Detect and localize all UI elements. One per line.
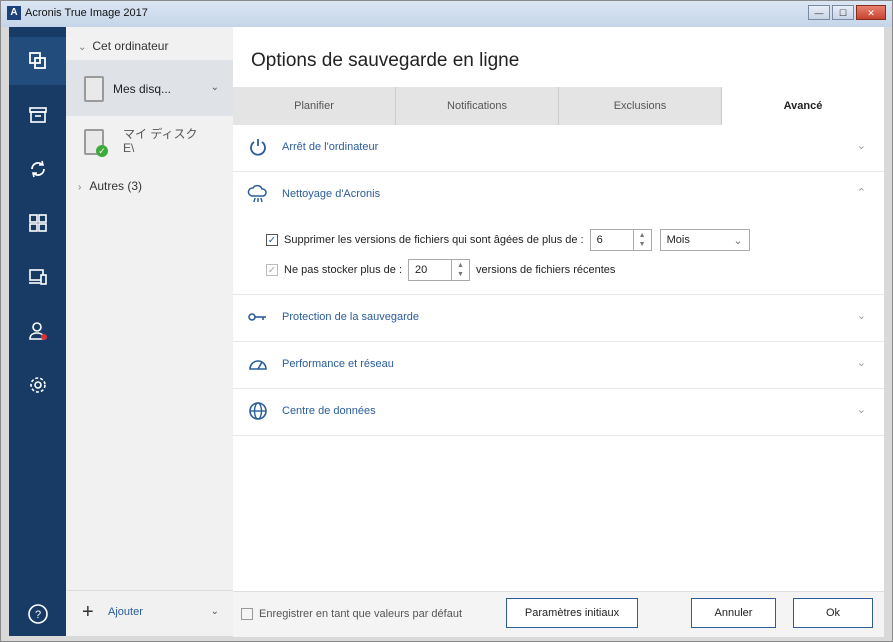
source-item[interactable]: ✓ マイ ディスク E\	[66, 119, 233, 169]
app-window: A Acronis True Image 2017 — ☐ ✕ ? ⌄ Cet …	[0, 0, 893, 642]
cleanup-age-row: ✓ Supprimer les versions de fichiers qui…	[266, 229, 750, 251]
cleanup-count-row: ✓ Ne pas stocker plus de : 20 ▲ ▼ version…	[266, 259, 615, 281]
nav-dashboard[interactable]	[9, 199, 66, 247]
settings-icon	[29, 377, 46, 393]
archive-icon	[28, 107, 47, 123]
save-default-label: Enregistrer en tant que valeurs par défa…	[259, 608, 463, 620]
source-list: ⌄ Cet ordinateur Mes disq... ⌄ ✓ マイ ディスク …	[66, 27, 234, 636]
section-label: Centre de données	[282, 405, 376, 417]
spin-up-icon: ▲	[457, 262, 464, 269]
section-acronis-cleanup: Nettoyage d'Acronis ⌃ ✓ Supprimer les ve…	[233, 172, 884, 295]
chevron-down-icon[interactable]: ⌄	[211, 82, 219, 93]
tab-bar: Planifier Notifications Exclusions Avanc…	[233, 87, 884, 125]
help-icon: ?	[27, 603, 48, 624]
delete-old-versions-label: Supprimer les versions de fichiers qui s…	[284, 234, 584, 246]
source-item-label: マイ ディスク E\	[123, 127, 198, 155]
chevron-down-icon: ⌄	[733, 235, 743, 247]
spin-up-icon: ▲	[638, 232, 646, 239]
backup-icon	[28, 52, 46, 69]
tab-advanced[interactable]: Avancé	[722, 87, 884, 125]
sync-icon	[30, 160, 45, 178]
chevron-up-icon[interactable]: ⌃	[857, 186, 866, 199]
expand-caret-icon: ›	[78, 182, 82, 193]
tab-exclusions[interactable]: Exclusions	[559, 87, 722, 125]
add-label: Ajouter	[108, 606, 143, 618]
footer-bar: Enregistrer en tant que valeurs par défa…	[233, 591, 884, 637]
source-group-label: Cet ordinateur	[92, 39, 169, 53]
nav-help[interactable]: ?	[9, 591, 66, 636]
chevron-down-icon: ⌄	[856, 310, 866, 322]
nav-account[interactable]	[9, 307, 66, 355]
section-computer-shutdown[interactable]: Arrêt de l'ordinateur ⌄	[233, 125, 884, 172]
section-performance-network[interactable]: Performance et réseau ⌄	[233, 342, 884, 389]
globe-icon	[249, 402, 267, 420]
minimize-button[interactable]: —	[808, 5, 830, 20]
save-default-row: Enregistrer en tant que valeurs par défa…	[241, 608, 462, 620]
max-versions-spinner[interactable]: ▲ ▼	[452, 259, 471, 281]
dashboard-icon	[28, 214, 47, 232]
age-unit-value: Mois	[666, 234, 690, 246]
main-panel: Options de sauvegarde en ligne Planifier…	[233, 27, 884, 637]
title-bar: A Acronis True Image 2017 — ☐ ✕	[1, 1, 892, 27]
section-label[interactable]: Nettoyage d'Acronis	[282, 188, 380, 200]
chevron-down-icon: ⌄	[856, 357, 866, 369]
max-versions-label: Ne pas stocker plus de :	[284, 264, 403, 276]
window-title: Acronis True Image 2017	[25, 7, 148, 19]
save-default-checkbox[interactable]	[241, 608, 253, 620]
maximize-button[interactable]: ☐	[832, 5, 854, 20]
nav-settings[interactable]	[9, 361, 66, 409]
max-versions-input[interactable]: 20	[408, 259, 453, 281]
advanced-panel: Arrêt de l'ordinateur ⌄ Nettoyage d'Acro…	[233, 125, 884, 591]
nav-devices[interactable]	[9, 253, 66, 301]
main-header: Options de sauvegarde en ligne	[233, 27, 884, 87]
nav-rail: ?	[9, 27, 66, 636]
cloud-cleanup-icon	[247, 184, 267, 203]
age-unit-select[interactable]: Mois ⌄	[659, 229, 750, 251]
check-status-icon: ✓	[96, 145, 108, 157]
window-controls: — ☐ ✕	[808, 5, 886, 20]
nav-sync[interactable]	[9, 145, 66, 193]
spin-down-icon: ▼	[638, 241, 646, 248]
section-label: Arrêt de l'ordinateur	[282, 141, 379, 153]
section-label: Performance et réseau	[282, 358, 394, 370]
source-group-header[interactable]: ⌄ Cet ordinateur	[78, 39, 168, 53]
plus-icon: +	[82, 601, 94, 623]
account-icon	[28, 322, 47, 340]
source-item-label: Mes disq...	[113, 82, 172, 96]
key-icon	[248, 313, 266, 321]
nav-backup[interactable]	[9, 37, 66, 85]
source-group-label: Autres (3)	[89, 179, 143, 193]
add-source-button[interactable]: + Ajouter ⌄	[66, 590, 233, 636]
max-versions-suffix: versions de fichiers récentes	[476, 264, 616, 276]
page-title: Options de sauvegarde en ligne	[251, 50, 520, 71]
reset-defaults-button[interactable]: Paramètres initiaux	[506, 598, 638, 628]
tab-notifications[interactable]: Notifications	[396, 87, 559, 125]
close-button[interactable]: ✕	[856, 5, 886, 20]
source-group-others[interactable]: › Autres (3)	[78, 179, 142, 193]
age-value-spinner[interactable]: ▲ ▼	[633, 229, 652, 251]
delete-old-versions-checkbox[interactable]: ✓	[266, 234, 278, 246]
drive-icon	[84, 76, 104, 102]
chevron-down-icon: ⌄	[856, 404, 866, 416]
chevron-down-icon: ⌄	[856, 140, 866, 152]
age-value-input[interactable]: 6	[589, 229, 634, 251]
chevron-down-icon[interactable]: ⌄	[211, 606, 219, 617]
devices-icon	[28, 269, 47, 285]
section-data-center[interactable]: Centre de données ⌄	[233, 389, 884, 436]
max-versions-checkbox[interactable]: ✓	[266, 264, 278, 276]
section-backup-protection[interactable]: Protection de la sauvegarde ⌄	[233, 295, 884, 342]
speedometer-icon	[249, 360, 267, 370]
cancel-button[interactable]: Annuler	[691, 598, 776, 628]
nav-archive[interactable]	[9, 91, 66, 139]
ok-button[interactable]: Ok	[793, 598, 873, 628]
spin-down-icon: ▼	[457, 271, 464, 278]
section-label: Protection de la sauvegarde	[282, 311, 419, 323]
svg-text:?: ?	[34, 609, 40, 621]
app-logo-icon: A	[7, 6, 21, 20]
source-item-selected[interactable]: Mes disq... ⌄	[66, 60, 233, 116]
collapse-caret-icon: ⌄	[78, 42, 87, 53]
tab-schedule[interactable]: Planifier	[233, 87, 396, 125]
power-icon	[250, 139, 266, 156]
